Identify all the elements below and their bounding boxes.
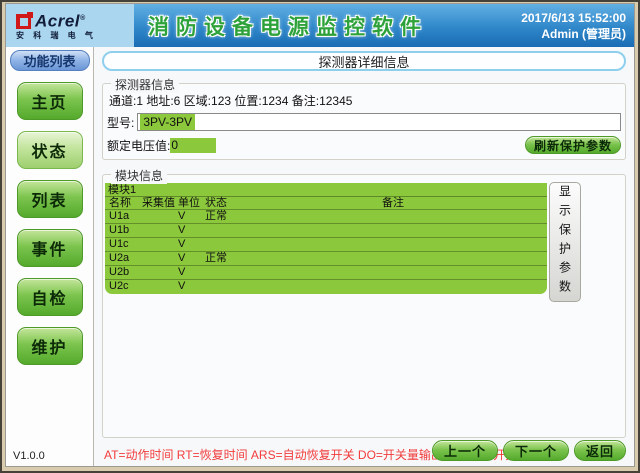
module-title-bar: 模块1 [105,183,547,197]
cell-status [205,266,382,279]
cell-unit: V [178,252,205,265]
cell-value [142,266,178,279]
cell-note [382,252,547,265]
sidebar-item-selfcheck[interactable]: 自检 [17,278,83,316]
module-table: 模块1 名称 采集值 单位 状态 备注 U1a V 正常 [105,183,547,294]
app-title: 消防设备电源监控软件 [134,4,521,47]
cell-unit: V [178,266,205,279]
window-inner: Acrel® 安 科 瑞 电 气 消防设备电源监控软件 2017/6/13 15… [5,3,635,467]
return-button[interactable]: 返回 [574,440,626,461]
cell-name: U1b [109,224,142,237]
cell-status: 正常 [205,252,382,265]
rated-voltage-label: 额定电压值: [107,137,170,154]
sidebar-item-status[interactable]: 状态 [17,131,83,169]
cell-value [142,210,178,223]
brand-text: Acrel [35,11,80,30]
cell-unit: V [178,280,205,294]
sidebar-header: 功能列表 [10,50,90,71]
cell-name: U2b [109,266,142,279]
rated-voltage-value[interactable]: 0 [170,138,216,153]
table-row[interactable]: U1c V [105,238,547,252]
detector-group-label: 探测器信息 [111,76,179,93]
cell-note [382,210,547,223]
brand-name: Acrel® [35,11,86,29]
previous-button[interactable]: 上一个 [432,440,498,461]
col-unit: 单位 [178,197,205,210]
cell-value [142,252,178,265]
cell-status: 正常 [205,210,382,223]
cell-note [382,280,547,294]
detector-info-group: 探测器信息 通道:1 地址:6 区域:123 位置:1234 备注:12345 … [102,83,626,160]
cell-value [142,238,178,251]
cell-name: U2a [109,252,142,265]
col-note: 备注 [382,197,547,210]
module-info-group: 模块信息 模块1 名称 采集值 单位 状态 备注 U1a [102,174,626,438]
sidebar-item-list[interactable]: 列表 [17,180,83,218]
brand-registered-mark: ® [80,15,86,22]
version-label: V1.0.0 [13,450,45,462]
model-value: 3PV-3PV [140,114,195,130]
model-field[interactable]: 3PV-3PV [137,113,621,131]
cell-status [205,224,382,237]
page-title: 探测器详细信息 [102,51,626,71]
sidebar-item-home[interactable]: 主页 [17,82,83,120]
sidebar-item-maintenance[interactable]: 维护 [17,327,83,365]
refresh-protection-params-button[interactable]: 刷新保护参数 [525,136,621,154]
datetime: 2017/6/13 15:52:00 [521,10,626,26]
header: Acrel® 安 科 瑞 电 气 消防设备电源监控软件 2017/6/13 15… [6,4,634,47]
cell-unit: V [178,210,205,223]
cell-value [142,224,178,237]
detector-info-line: 通道:1 地址:6 区域:123 位置:1234 备注:12345 [107,92,621,109]
table-row[interactable]: U2a V 正常 [105,252,547,266]
logo-block: Acrel® 安 科 瑞 电 气 [6,4,134,47]
show-protection-params-button[interactable]: 显示保护参数 [549,182,581,302]
app-window: Acrel® 安 科 瑞 电 气 消防设备电源监控软件 2017/6/13 15… [0,0,640,473]
footer-bar: AT=动作时间 RT=恢复时间 ARS=自动恢复开关 DO=开关量输出 PS=保… [102,438,626,464]
brand-subtitle: 安 科 瑞 电 气 [16,30,134,41]
cell-note [382,266,547,279]
current-user: Admin (管理员) [541,26,626,42]
table-row[interactable]: U2b V [105,266,547,280]
cell-name: U1a [109,210,142,223]
cell-note [382,238,547,251]
header-info: 2017/6/13 15:52:00 Admin (管理员) [521,4,634,47]
table-header-row: 名称 采集值 单位 状态 备注 [105,197,547,210]
module-group-label: 模块信息 [111,167,167,184]
cell-unit: V [178,238,205,251]
acrel-logo-icon [16,14,31,29]
table-row[interactable]: U2c V [105,280,547,294]
next-button[interactable]: 下一个 [503,440,569,461]
sidebar-item-events[interactable]: 事件 [17,229,83,267]
cell-status [205,238,382,251]
col-name: 名称 [109,197,142,210]
cell-status [205,280,382,294]
cell-note [382,224,547,237]
col-status: 状态 [205,197,382,210]
cell-name: U2c [109,280,142,294]
cell-name: U1c [109,238,142,251]
cell-unit: V [178,224,205,237]
model-label: 型号: [107,114,134,131]
col-value: 采集值 [142,197,178,210]
main-panel: 探测器详细信息 探测器信息 通道:1 地址:6 区域:123 位置:1234 备… [94,47,634,466]
cell-value [142,280,178,294]
table-row[interactable]: U1a V 正常 [105,210,547,224]
table-row[interactable]: U1b V [105,224,547,238]
sidebar: 功能列表 主页 状态 列表 事件 自检 维护 V1.0.0 [6,47,94,466]
